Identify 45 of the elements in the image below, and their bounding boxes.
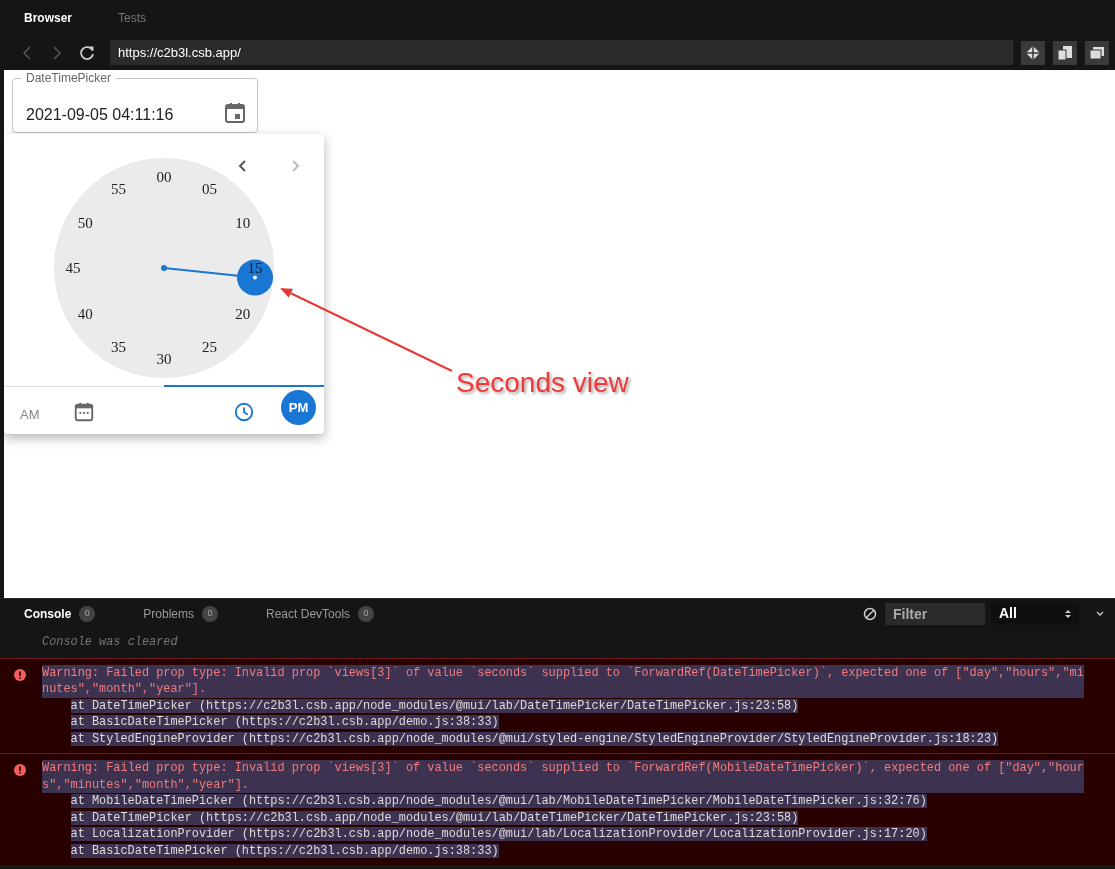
console-tab[interactable]: Problems 0 — [143, 604, 219, 623]
sort-arrows-icon — [1065, 608, 1071, 619]
clock-number[interactable]: 25 — [202, 338, 217, 355]
toolbar-button[interactable] — [1021, 40, 1045, 65]
error-message: Warning: Failed prop type: Invalid prop `views[3]` of value `seconds` supplied to `ForwardRef(DateTimePicker)`, expected one of ["day","hours","minutes","month","year"]. — [42, 664, 1084, 698]
clock-number[interactable]: 35 — [111, 338, 126, 355]
console-message: Console was cleared — [41, 634, 179, 651]
clock-number[interactable]: 20 — [235, 305, 251, 322]
split-view-icon — [1024, 43, 1042, 62]
error-message: Warning: Failed prop type: Invalid prop `views[3]` of value `seconds` supplied to `ForwardRef(MobileDateTimePicker)`, expected one of ["day","hours","minutes","month","year"]. — [42, 760, 1084, 793]
date-time-field[interactable]: DateTimePicker 2021-09-05 04:11:16 — [12, 70, 258, 133]
clock-number[interactable]: 05 — [202, 181, 217, 198]
calendar-icon — [73, 400, 95, 423]
clock-hand[interactable] — [161, 259, 273, 296]
select-value: All — [999, 604, 1017, 623]
clock-number[interactable]: 50 — [77, 214, 93, 231]
console-tab[interactable]: Console 0 — [24, 604, 96, 623]
clock-number[interactable]: 55 — [111, 181, 126, 198]
level-select[interactable]: All — [991, 602, 1079, 625]
panel-tab[interactable]: Tests — [118, 8, 147, 27]
copy-icon — [1056, 43, 1074, 62]
toolbar-button[interactable] — [1053, 40, 1077, 65]
count-badge: 0 — [202, 605, 219, 622]
error-icon — [14, 668, 26, 681]
count-badge: 0 — [358, 605, 375, 622]
panel-tab[interactable]: Browser — [24, 8, 73, 27]
clock-number[interactable]: 30 — [156, 351, 172, 367]
calendar-icon[interactable] — [223, 101, 247, 125]
clock-number[interactable]: 10 — [235, 214, 251, 231]
field-label: DateTimePicker — [25, 70, 112, 86]
console-tab[interactable]: React DevTools 0 — [266, 604, 375, 623]
count-badge: 0 — [79, 605, 96, 622]
url-field[interactable]: https://c2b3l.csb.app/ — [110, 40, 1013, 65]
toolbar-button[interactable] — [1085, 40, 1109, 65]
meridiem-button[interactable]: AM — [14, 403, 46, 425]
clock-number[interactable]: 45 — [65, 260, 81, 276]
clock-number[interactable]: 40 — [77, 305, 93, 322]
clock-number[interactable]: 00 — [156, 169, 172, 185]
annotation-text: Seconds view — [456, 366, 629, 400]
clock-icon — [233, 400, 255, 423]
filter-field[interactable]: Filter — [885, 602, 985, 625]
clear-console-icon[interactable] — [863, 606, 877, 621]
field-value: 2021-09-05 04:11:16 — [26, 105, 174, 125]
error-icon — [14, 764, 26, 776]
meridiem-button[interactable]: PM — [281, 390, 316, 425]
